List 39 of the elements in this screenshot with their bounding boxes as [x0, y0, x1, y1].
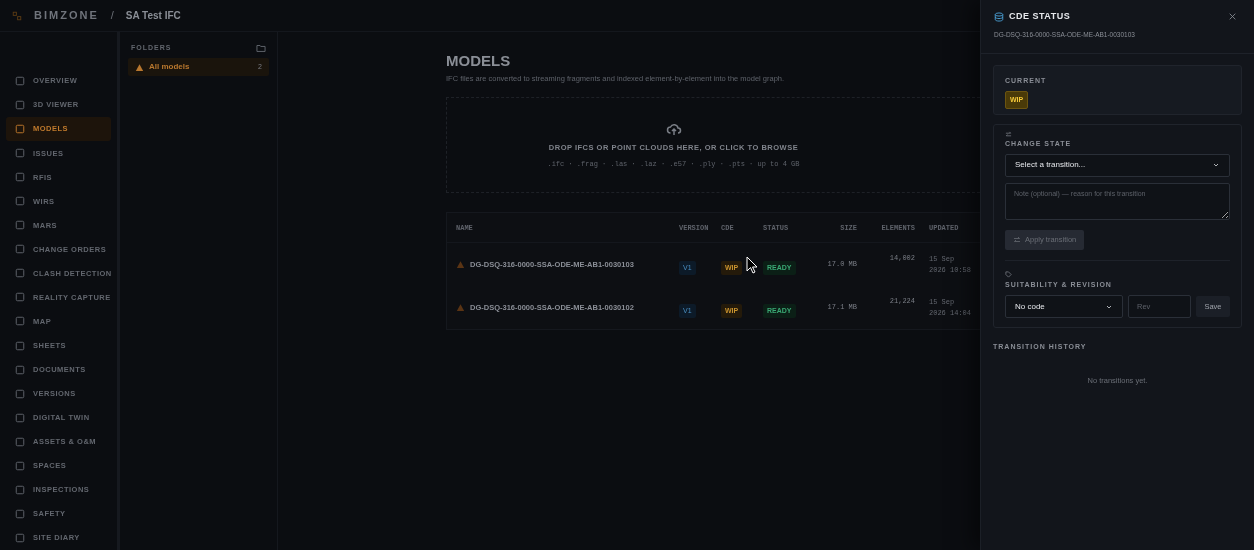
warning-icon — [135, 62, 144, 72]
square-icon — [15, 196, 25, 207]
logo-icon — [12, 10, 22, 21]
warning-icon — [456, 303, 465, 313]
square-icon — [15, 268, 25, 279]
drawer-title: CDE STATUS — [1009, 10, 1072, 23]
square-icon — [15, 244, 25, 255]
warning-icon — [456, 260, 465, 270]
suitability-select[interactable]: No code — [1005, 295, 1123, 319]
swap-arrows-icon — [1013, 235, 1021, 244]
square-icon — [15, 460, 25, 471]
square-icon — [15, 220, 25, 231]
folder-plus-icon — [256, 43, 266, 53]
square-icon — [15, 340, 25, 351]
square-icon — [15, 436, 25, 447]
square-icon — [15, 148, 25, 159]
square-icon — [15, 388, 25, 399]
square-icon — [15, 508, 25, 519]
square-icon — [15, 484, 25, 495]
square-icon — [15, 292, 25, 303]
square-icon — [15, 76, 25, 86]
swap-arrows-icon — [1005, 131, 1012, 139]
breadcrumb-separator: / — [110, 8, 114, 24]
project-name[interactable]: SA Test IFC — [125, 8, 181, 23]
brand-logo: BIMZONE — [34, 8, 99, 24]
square-icon — [15, 412, 25, 423]
square-icon — [15, 316, 25, 327]
square-icon — [15, 124, 25, 135]
square-icon — [15, 532, 25, 543]
cloud-upload-icon — [665, 121, 682, 138]
close-icon[interactable] — [1228, 12, 1237, 22]
mouse-pointer-icon — [746, 256, 758, 274]
square-icon — [15, 364, 25, 375]
square-icon — [15, 100, 25, 111]
transition-select[interactable]: Select a transition... — [1005, 153, 1230, 177]
square-icon — [15, 172, 25, 183]
tag-icon — [1005, 270, 1012, 278]
page-title: MODELS — [446, 52, 512, 70]
layers-icon — [994, 11, 1004, 22]
